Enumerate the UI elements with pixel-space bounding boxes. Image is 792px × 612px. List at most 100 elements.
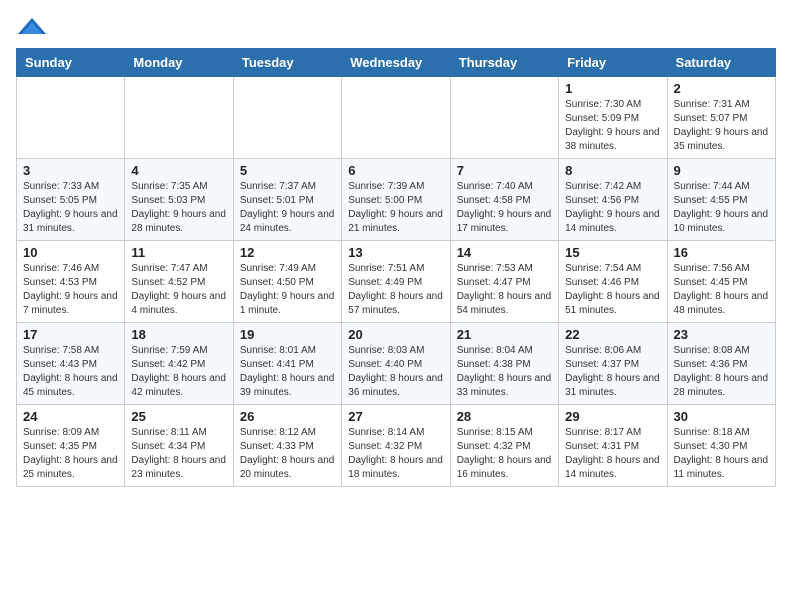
day-info: Sunrise: 8:08 AM Sunset: 4:36 PM Dayligh… bbox=[674, 344, 769, 400]
calendar-cell: 3 Sunrise: 7:33 AM Sunset: 5:05 PM Daylig… bbox=[17, 159, 125, 241]
day-number: 12 bbox=[240, 245, 335, 260]
calendar-cell: 1 Sunrise: 7:30 AM Sunset: 5:09 PM Daylig… bbox=[559, 77, 667, 159]
calendar-cell: 9 Sunrise: 7:44 AM Sunset: 4:55 PM Daylig… bbox=[667, 159, 775, 241]
day-info: Sunrise: 7:46 AM Sunset: 4:53 PM Dayligh… bbox=[23, 262, 118, 318]
day-info: Sunrise: 7:44 AM Sunset: 4:55 PM Dayligh… bbox=[674, 180, 769, 236]
day-number: 3 bbox=[23, 163, 118, 178]
calendar-body: 1 Sunrise: 7:30 AM Sunset: 5:09 PM Daylig… bbox=[17, 77, 776, 487]
day-number: 11 bbox=[131, 245, 226, 260]
day-info: Sunrise: 7:37 AM Sunset: 5:01 PM Dayligh… bbox=[240, 180, 335, 236]
day-number: 19 bbox=[240, 327, 335, 342]
calendar-header-row: SundayMondayTuesdayWednesdayThursdayFrid… bbox=[17, 49, 776, 77]
calendar-cell: 24Sunrise: 8:09 AM Sunset: 4:35 PM Dayli… bbox=[17, 405, 125, 487]
weekday-header-tuesday: Tuesday bbox=[233, 49, 341, 77]
calendar-cell: 19 Sunrise: 8:01 AM Sunset: 4:41 PM Dayli… bbox=[233, 323, 341, 405]
calendar-week-4: 17 Sunrise: 7:58 AM Sunset: 4:43 PM Dayli… bbox=[17, 323, 776, 405]
calendar-cell: 17 Sunrise: 7:58 AM Sunset: 4:43 PM Dayli… bbox=[17, 323, 125, 405]
calendar-cell: 8 Sunrise: 7:42 AM Sunset: 4:56 PM Daylig… bbox=[559, 159, 667, 241]
day-info: Sunrise: 8:18 AM Sunset: 4:30 PM Dayligh… bbox=[674, 426, 769, 482]
calendar-week-2: 3 Sunrise: 7:33 AM Sunset: 5:05 PM Daylig… bbox=[17, 159, 776, 241]
day-info: Sunrise: 8:11 AM Sunset: 4:34 PM Dayligh… bbox=[131, 426, 226, 482]
day-info: Sunrise: 8:03 AM Sunset: 4:40 PM Dayligh… bbox=[348, 344, 443, 400]
calendar-cell: 5 Sunrise: 7:37 AM Sunset: 5:01 PM Daylig… bbox=[233, 159, 341, 241]
weekday-header-friday: Friday bbox=[559, 49, 667, 77]
calendar-cell: 6Sunrise: 7:39 AM Sunset: 5:00 PM Daylig… bbox=[342, 159, 450, 241]
day-number: 4 bbox=[131, 163, 226, 178]
calendar-cell: 16 Sunrise: 7:56 AM Sunset: 4:45 PM Dayli… bbox=[667, 241, 775, 323]
calendar-cell: 11 Sunrise: 7:47 AM Sunset: 4:52 PM Dayli… bbox=[125, 241, 233, 323]
calendar-cell: 30 Sunrise: 8:18 AM Sunset: 4:30 PM Dayli… bbox=[667, 405, 775, 487]
calendar-cell bbox=[125, 77, 233, 159]
day-number: 2 bbox=[674, 81, 769, 96]
calendar-cell bbox=[342, 77, 450, 159]
day-info: Sunrise: 7:59 AM Sunset: 4:42 PM Dayligh… bbox=[131, 344, 226, 400]
day-info: Sunrise: 7:56 AM Sunset: 4:45 PM Dayligh… bbox=[674, 262, 769, 318]
calendar-cell bbox=[17, 77, 125, 159]
day-info: Sunrise: 7:33 AM Sunset: 5:05 PM Dayligh… bbox=[23, 180, 118, 236]
calendar-cell bbox=[450, 77, 558, 159]
day-number: 26 bbox=[240, 409, 335, 424]
day-info: Sunrise: 7:47 AM Sunset: 4:52 PM Dayligh… bbox=[131, 262, 226, 318]
day-info: Sunrise: 7:53 AM Sunset: 4:47 PM Dayligh… bbox=[457, 262, 552, 318]
day-number: 8 bbox=[565, 163, 660, 178]
calendar-cell bbox=[233, 77, 341, 159]
day-info: Sunrise: 8:15 AM Sunset: 4:32 PM Dayligh… bbox=[457, 426, 552, 482]
day-number: 17 bbox=[23, 327, 118, 342]
weekday-header-saturday: Saturday bbox=[667, 49, 775, 77]
calendar-cell: 27Sunrise: 8:14 AM Sunset: 4:32 PM Dayli… bbox=[342, 405, 450, 487]
weekday-header-thursday: Thursday bbox=[450, 49, 558, 77]
calendar-cell: 15 Sunrise: 7:54 AM Sunset: 4:46 PM Dayli… bbox=[559, 241, 667, 323]
day-info: Sunrise: 8:01 AM Sunset: 4:41 PM Dayligh… bbox=[240, 344, 335, 400]
day-number: 9 bbox=[674, 163, 769, 178]
day-number: 30 bbox=[674, 409, 769, 424]
calendar-cell: 26 Sunrise: 8:12 AM Sunset: 4:33 PM Dayli… bbox=[233, 405, 341, 487]
day-number: 29 bbox=[565, 409, 660, 424]
day-info: Sunrise: 8:14 AM Sunset: 4:32 PM Dayligh… bbox=[348, 426, 443, 482]
logo bbox=[16, 16, 46, 36]
day-number: 20 bbox=[348, 327, 443, 342]
day-number: 10 bbox=[23, 245, 118, 260]
day-info: Sunrise: 7:40 AM Sunset: 4:58 PM Dayligh… bbox=[457, 180, 552, 236]
header bbox=[16, 16, 776, 36]
calendar-cell: 29 Sunrise: 8:17 AM Sunset: 4:31 PM Dayli… bbox=[559, 405, 667, 487]
calendar-cell: 18 Sunrise: 7:59 AM Sunset: 4:42 PM Dayli… bbox=[125, 323, 233, 405]
calendar-week-5: 24Sunrise: 8:09 AM Sunset: 4:35 PM Dayli… bbox=[17, 405, 776, 487]
day-number: 23 bbox=[674, 327, 769, 342]
calendar-cell: 12 Sunrise: 7:49 AM Sunset: 4:50 PM Dayli… bbox=[233, 241, 341, 323]
day-info: Sunrise: 7:51 AM Sunset: 4:49 PM Dayligh… bbox=[348, 262, 443, 318]
calendar-cell: 28 Sunrise: 8:15 AM Sunset: 4:32 PM Dayli… bbox=[450, 405, 558, 487]
day-number: 5 bbox=[240, 163, 335, 178]
day-info: Sunrise: 7:58 AM Sunset: 4:43 PM Dayligh… bbox=[23, 344, 118, 400]
day-number: 28 bbox=[457, 409, 552, 424]
day-number: 16 bbox=[674, 245, 769, 260]
calendar-cell: 4Sunrise: 7:35 AM Sunset: 5:03 PM Daylig… bbox=[125, 159, 233, 241]
day-number: 25 bbox=[131, 409, 226, 424]
calendar-cell: 22 Sunrise: 8:06 AM Sunset: 4:37 PM Dayli… bbox=[559, 323, 667, 405]
calendar-cell: 14 Sunrise: 7:53 AM Sunset: 4:47 PM Dayli… bbox=[450, 241, 558, 323]
day-info: Sunrise: 8:12 AM Sunset: 4:33 PM Dayligh… bbox=[240, 426, 335, 482]
calendar-cell: 7 Sunrise: 7:40 AM Sunset: 4:58 PM Daylig… bbox=[450, 159, 558, 241]
day-info: Sunrise: 7:42 AM Sunset: 4:56 PM Dayligh… bbox=[565, 180, 660, 236]
calendar-cell: 10 Sunrise: 7:46 AM Sunset: 4:53 PM Dayli… bbox=[17, 241, 125, 323]
calendar-cell: 2Sunrise: 7:31 AM Sunset: 5:07 PM Daylig… bbox=[667, 77, 775, 159]
day-info: Sunrise: 8:06 AM Sunset: 4:37 PM Dayligh… bbox=[565, 344, 660, 400]
day-info: Sunrise: 8:09 AM Sunset: 4:35 PM Dayligh… bbox=[23, 426, 118, 482]
weekday-header-sunday: Sunday bbox=[17, 49, 125, 77]
day-number: 22 bbox=[565, 327, 660, 342]
weekday-header-wednesday: Wednesday bbox=[342, 49, 450, 77]
day-info: Sunrise: 7:54 AM Sunset: 4:46 PM Dayligh… bbox=[565, 262, 660, 318]
day-number: 18 bbox=[131, 327, 226, 342]
calendar-week-1: 1 Sunrise: 7:30 AM Sunset: 5:09 PM Daylig… bbox=[17, 77, 776, 159]
calendar-cell: 21 Sunrise: 8:04 AM Sunset: 4:38 PM Dayli… bbox=[450, 323, 558, 405]
day-info: Sunrise: 7:30 AM Sunset: 5:09 PM Dayligh… bbox=[565, 98, 660, 154]
calendar-week-3: 10 Sunrise: 7:46 AM Sunset: 4:53 PM Dayli… bbox=[17, 241, 776, 323]
day-number: 15 bbox=[565, 245, 660, 260]
day-number: 14 bbox=[457, 245, 552, 260]
calendar-cell: 20 Sunrise: 8:03 AM Sunset: 4:40 PM Dayli… bbox=[342, 323, 450, 405]
day-info: Sunrise: 8:17 AM Sunset: 4:31 PM Dayligh… bbox=[565, 426, 660, 482]
day-info: Sunrise: 8:04 AM Sunset: 4:38 PM Dayligh… bbox=[457, 344, 552, 400]
day-number: 1 bbox=[565, 81, 660, 96]
day-number: 7 bbox=[457, 163, 552, 178]
day-info: Sunrise: 7:49 AM Sunset: 4:50 PM Dayligh… bbox=[240, 262, 335, 318]
day-number: 21 bbox=[457, 327, 552, 342]
